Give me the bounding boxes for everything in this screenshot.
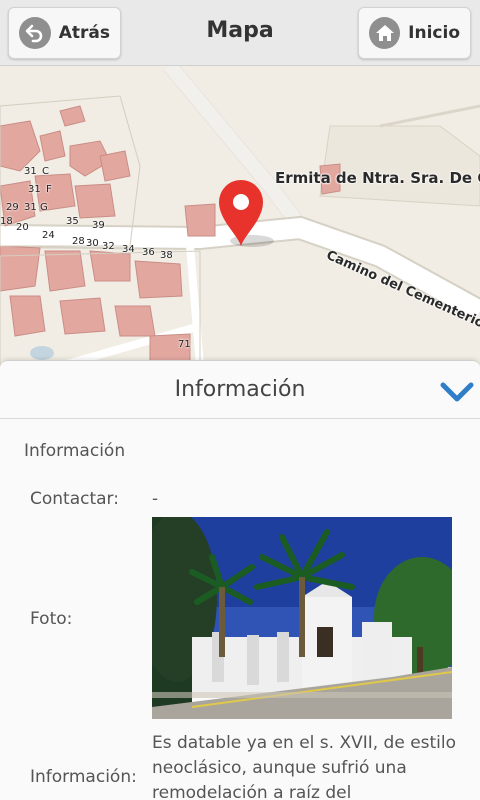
house-number: 29 (6, 202, 19, 213)
info-panel-header[interactable]: Información (0, 361, 480, 419)
house-number: 31 (28, 184, 41, 195)
chevron-down-icon[interactable] (440, 375, 474, 405)
house-number: 34 (122, 244, 135, 255)
house-number: 36 (142, 247, 155, 258)
house-number: 18 (0, 216, 13, 227)
house-number: 30 (86, 238, 99, 249)
home-button-label: Inicio (408, 23, 460, 43)
house-number: 24 (42, 230, 55, 241)
info-panel-title: Información (174, 377, 306, 402)
map-marker-icon[interactable] (215, 178, 267, 248)
house-number: 35 (66, 216, 79, 227)
map-view[interactable]: 31 C 31 F 29 31 G 18 20 24 35 39 28 30 3… (0, 66, 480, 366)
section-title: Información (24, 441, 126, 461)
house-number: 32 (102, 241, 115, 252)
house-number: 38 (160, 250, 173, 261)
info-description: Es datable ya en el s. XVII, de estilo n… (152, 733, 457, 800)
house-number: F (46, 184, 52, 195)
chapel-photo (152, 517, 452, 719)
photo-label: Foto: (30, 609, 73, 629)
house-number: 31 (24, 202, 37, 213)
house-number: 71 (178, 339, 191, 350)
contact-label: Contactar: (30, 489, 119, 509)
map-place-label: Ermita de Ntra. Sra. De C (275, 169, 480, 187)
info-label: Información: (30, 767, 137, 787)
contact-value: - (152, 489, 159, 509)
house-number: C (42, 166, 49, 177)
home-icon (369, 17, 401, 49)
house-number: 28 (72, 236, 85, 247)
house-number: 39 (92, 220, 105, 231)
house-number: 31 (24, 166, 37, 177)
home-button[interactable]: Inicio (358, 7, 471, 59)
info-panel: Información Información Contactar: - Fot… (0, 360, 480, 800)
house-number: 20 (16, 222, 29, 233)
header-bar: Atrás Mapa Inicio (0, 0, 480, 66)
house-number: G (40, 202, 48, 213)
